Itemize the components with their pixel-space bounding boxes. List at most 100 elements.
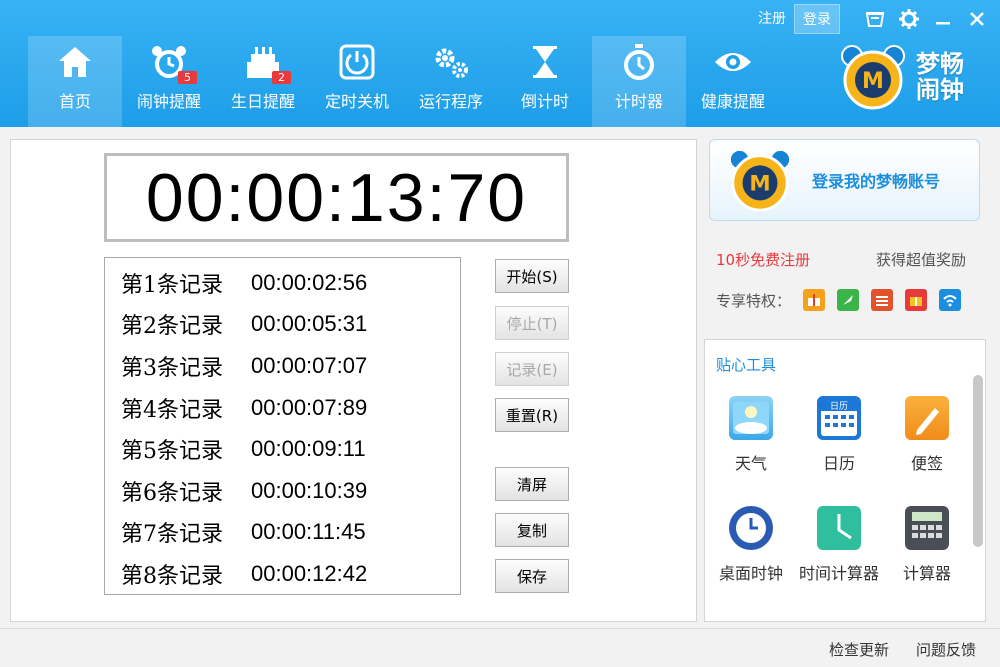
alarm-clock-icon: 5	[147, 42, 197, 84]
record-time: 00:00:09:11	[251, 436, 366, 462]
record-label: 第3条记录	[121, 355, 223, 381]
clear-button[interactable]: 清屏	[495, 467, 569, 501]
list-item: 第6条记录 00:00:10:39	[105, 470, 460, 512]
record-time: 00:00:11:45	[251, 519, 366, 545]
alarm-count-badge: 5	[178, 71, 197, 84]
calculator-icon	[905, 506, 949, 550]
nav-alarm[interactable]: 5 闹钟提醒	[122, 36, 216, 127]
record-time: 00:00:07:89	[251, 394, 368, 420]
stop-button[interactable]: 停止(T)	[495, 306, 569, 340]
lap-records-list[interactable]: 第1条记录 00:00:02:56 第2条记录 00:00:05:31 第3条记录 0…	[104, 257, 461, 595]
nav-home[interactable]: 首页	[28, 36, 122, 127]
gift-box-icon[interactable]	[803, 289, 826, 311]
feedback-link[interactable]: 问题反馈	[916, 639, 976, 660]
nav-shutdown-label: 定时关机	[324, 92, 389, 111]
list-item: 第8条记录 00:00:12:42	[105, 553, 460, 595]
ticket-icon[interactable]	[871, 289, 894, 311]
record-label: 第2条记录	[121, 314, 223, 340]
list-item: 第1条记录 00:00:02:56	[105, 262, 460, 304]
eye-icon	[711, 42, 755, 82]
reward-text: 获得超值奖励	[875, 251, 966, 269]
hourglass-icon	[523, 42, 567, 82]
record-label: 第7条记录	[121, 522, 223, 548]
note-icon	[905, 396, 949, 440]
record-time: 00:00:02:56	[251, 269, 368, 295]
record-label: 第4条记录	[121, 397, 223, 423]
nav-countdown[interactable]: 倒计时	[498, 36, 592, 127]
promo-row: 10秒免费注册 获得超值奖励	[716, 249, 966, 270]
record-time: 00:00:07:07	[251, 352, 368, 378]
main-nav: 首页 5 闹钟提醒 2 生日提醒 定时关机 运行程序 倒计时 计时器 健康提醒	[28, 36, 780, 127]
list-item: 第2条记录 00:00:05:31	[105, 304, 460, 346]
check-update-link[interactable]: 检查更新	[829, 639, 889, 660]
present-icon[interactable]	[905, 289, 928, 311]
tool-calculator-label: 计算器	[902, 564, 951, 583]
nav-stopwatch[interactable]: 计时器	[592, 36, 686, 127]
close-icon[interactable]	[960, 4, 994, 34]
skin-icon[interactable]	[858, 4, 892, 34]
tool-time-calculator-label: 时间计算器	[798, 564, 879, 583]
list-item: 第7条记录 00:00:11:45	[105, 512, 460, 554]
privileges-row: 专享特权：	[716, 289, 962, 311]
nav-health[interactable]: 健康提醒	[686, 36, 780, 127]
nav-home-label: 首页	[58, 92, 91, 111]
list-item: 第3条记录 00:00:07:07	[105, 345, 460, 387]
record-time: 00:00:05:31	[251, 311, 368, 337]
timer-value: 00:00:13:70	[145, 159, 528, 236]
login-account-label: 登录我的梦畅账号	[812, 172, 941, 191]
tool-time-calculator[interactable]: 时间计算器	[793, 506, 885, 584]
nav-run-program[interactable]: 运行程序	[404, 36, 498, 127]
tool-note-label: 便签	[910, 454, 943, 473]
register-link[interactable]: 注册	[750, 4, 794, 34]
status-bar: 检查更新 问题反馈	[0, 628, 1000, 667]
settings-gear-icon[interactable]	[892, 4, 926, 34]
tools-title: 贴心工具	[716, 356, 777, 374]
top-bar: 注册 登录	[750, 4, 1000, 34]
save-button[interactable]: 保存	[495, 559, 569, 593]
minimize-icon[interactable]	[926, 4, 960, 34]
nav-alarm-label: 闹钟提醒	[136, 92, 201, 111]
record-label: 第8条记录	[121, 563, 223, 589]
desktop-clock-icon	[729, 506, 773, 550]
time-calculator-icon	[817, 506, 861, 550]
nav-shutdown[interactable]: 定时关机	[310, 36, 404, 127]
login-link[interactable]: 登录	[794, 4, 840, 34]
gears-icon	[429, 42, 473, 82]
svg-text:M: M	[862, 69, 884, 94]
calendar-icon: 日历	[817, 396, 861, 440]
svg-text:日历: 日历	[830, 401, 848, 412]
record-label: 第5条记录	[121, 439, 223, 465]
nav-run-program-label: 运行程序	[418, 92, 483, 111]
copy-button[interactable]: 复制	[495, 513, 569, 547]
tools-scrollbar[interactable]	[973, 375, 983, 620]
alarm-mascot-logo-icon: M	[841, 45, 905, 110]
list-item: 第4条记录 00:00:07:89	[105, 387, 460, 429]
stopwatch-panel: 00:00:13:70 第1条记录 00:00:02:56 第2条记录 00:00:…	[10, 139, 697, 622]
stopwatch-icon	[617, 42, 661, 82]
tool-desktop-clock[interactable]: 桌面时钟	[705, 506, 797, 584]
tools-panel: 贴心工具 天气 日历 日历 便签 桌面时钟 时间计算器 计算器	[704, 339, 986, 622]
timer-display: 00:00:13:70	[104, 153, 569, 242]
free-register-link[interactable]: 10秒免费注册	[716, 249, 810, 270]
tool-note[interactable]: 便签	[881, 396, 973, 474]
reset-button[interactable]: 重置(R)	[495, 398, 569, 432]
record-label: 第1条记录	[121, 272, 223, 298]
record-button[interactable]: 记录(E)	[495, 352, 569, 386]
power-icon	[335, 42, 379, 82]
tool-weather[interactable]: 天气	[705, 396, 797, 474]
alarm-mascot-icon: M	[728, 148, 792, 212]
tool-calendar-label: 日历	[822, 454, 855, 473]
rocket-icon[interactable]	[837, 289, 860, 311]
start-button[interactable]: 开始(S)	[495, 259, 569, 293]
list-item: 第5条记录 00:00:09:11	[105, 428, 460, 470]
nav-birthday[interactable]: 2 生日提醒	[216, 36, 310, 127]
login-account-button[interactable]: M 登录我的梦畅账号	[709, 139, 980, 221]
tool-calendar[interactable]: 日历 日历	[793, 396, 885, 474]
brand-title: 梦畅闹钟	[916, 50, 964, 104]
weather-icon	[729, 396, 773, 440]
scrollbar-thumb[interactable]	[973, 375, 983, 547]
tool-calculator[interactable]: 计算器	[881, 506, 973, 584]
wifi-icon[interactable]	[939, 289, 962, 311]
birthday-count-badge: 2	[272, 71, 291, 84]
tool-desktop-clock-label: 桌面时钟	[718, 564, 783, 583]
